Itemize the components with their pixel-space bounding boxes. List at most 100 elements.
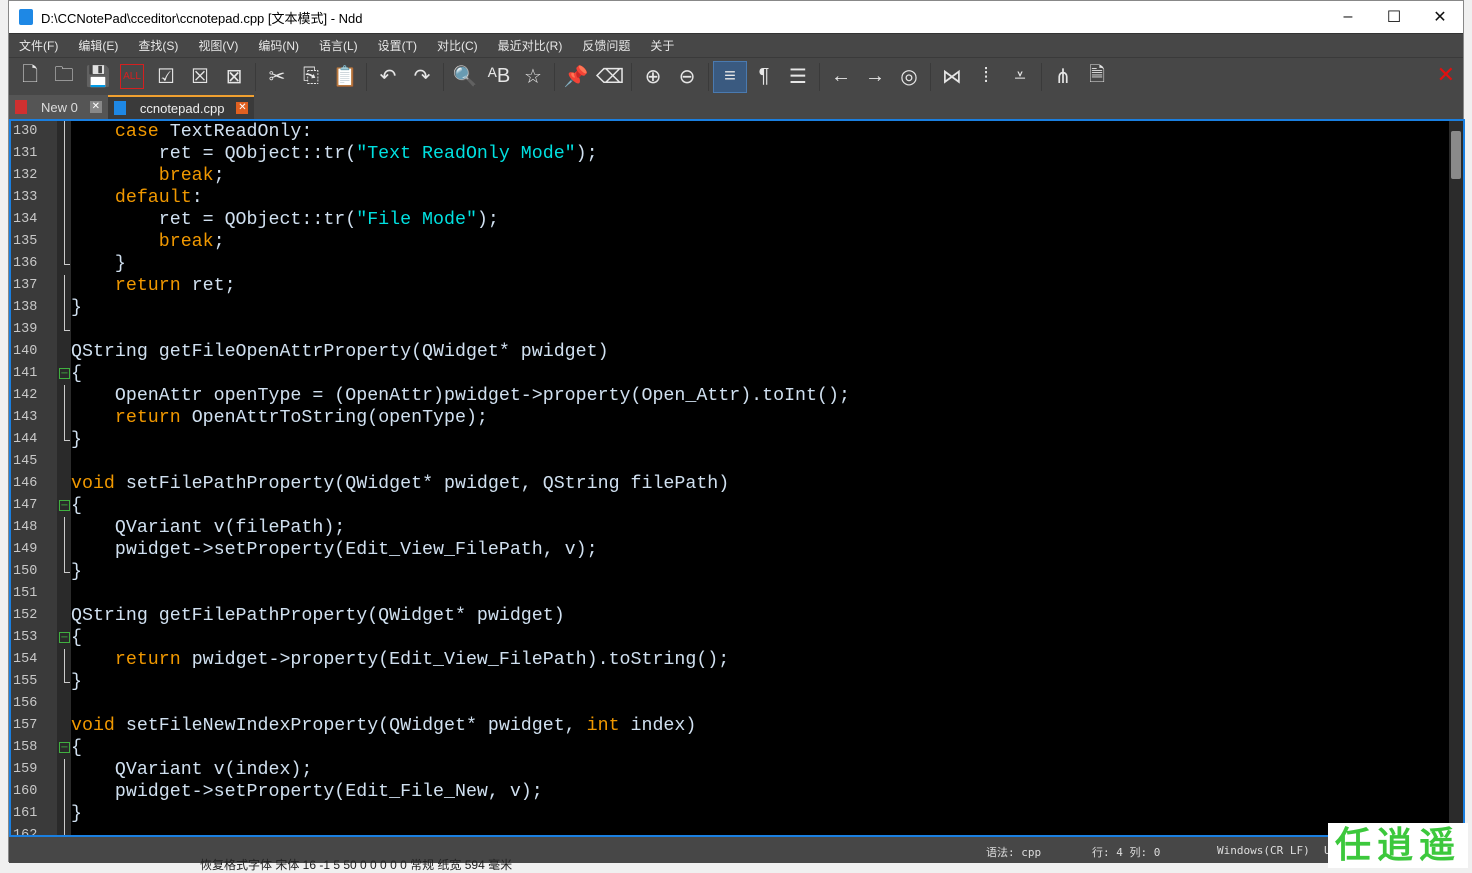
split-button[interactable]: ⁞ bbox=[969, 61, 1003, 93]
show-symbols-button[interactable]: ¶ bbox=[747, 61, 781, 93]
code-token: : bbox=[191, 188, 203, 208]
menu-item[interactable]: 语言(L) bbox=[309, 34, 368, 58]
locate-button[interactable]: ◎ bbox=[892, 61, 926, 93]
pin-button[interactable]: 📌 bbox=[559, 61, 593, 93]
cut-button[interactable]: ✂ bbox=[260, 61, 294, 93]
scrollbar-thumb[interactable] bbox=[1451, 131, 1461, 179]
redo-button[interactable]: ↷ bbox=[405, 61, 439, 93]
code-line: 152 QString getFilePathProperty(QWidget* … bbox=[11, 605, 1447, 627]
tab-new-0[interactable]: New 0 ✕ bbox=[9, 95, 108, 119]
filter-button[interactable]: ⩡ bbox=[1003, 61, 1037, 93]
status-eol: Windows(CR LF) bbox=[1217, 844, 1310, 857]
code-token: case bbox=[114, 122, 159, 142]
code-token: return bbox=[114, 408, 181, 428]
menu-item[interactable]: 查找(S) bbox=[128, 34, 188, 58]
autosave-icon: ☑ bbox=[157, 66, 175, 88]
code-line: 159 QVariant v(index); bbox=[11, 759, 1447, 781]
cut-icon: ✂ bbox=[268, 66, 286, 88]
minimize-button[interactable]: – bbox=[1325, 1, 1371, 33]
close-all-button[interactable]: ⊠ bbox=[217, 61, 251, 93]
zoom-in-icon: ⊕ bbox=[644, 66, 662, 88]
replace-button[interactable]: ᴬB bbox=[482, 61, 516, 93]
copy-button[interactable]: ⎘ bbox=[294, 61, 328, 93]
fold-toggle-icon[interactable]: − bbox=[59, 742, 70, 753]
bookmark-icon: ☆ bbox=[524, 66, 542, 88]
next-button[interactable]: → bbox=[858, 61, 892, 93]
word-wrap-button[interactable]: ≡ bbox=[713, 60, 747, 93]
code-token: ret = QObject::tr( bbox=[71, 144, 357, 164]
code-token: { bbox=[71, 364, 82, 384]
close-tab-icon[interactable]: ✕ bbox=[89, 101, 102, 113]
menu-item[interactable]: 反馈问题 bbox=[572, 34, 640, 58]
eraser-button[interactable]: ⌫ bbox=[593, 61, 627, 93]
new-file-button[interactable]: 🗋 bbox=[13, 61, 47, 93]
code-line: 145 bbox=[11, 451, 1447, 473]
autosave-button[interactable]: ☑ bbox=[149, 61, 183, 93]
hierarchy-button[interactable]: ⋔ bbox=[1046, 61, 1080, 93]
next-icon: → bbox=[865, 65, 885, 87]
vertical-scrollbar[interactable] bbox=[1449, 121, 1463, 835]
menu-item[interactable]: 关于 bbox=[640, 34, 684, 58]
fold-end bbox=[64, 429, 70, 441]
menu-item[interactable]: 设置(T) bbox=[368, 34, 427, 58]
indent-guide-button[interactable]: ☰ bbox=[781, 61, 815, 93]
code-token: "File Mode" bbox=[356, 210, 477, 230]
code-text: QString getFileOpenAttrProperty(QWidget*… bbox=[71, 341, 609, 363]
undo-button[interactable]: ↶ bbox=[371, 61, 405, 93]
fold-toggle-icon[interactable]: − bbox=[59, 500, 70, 511]
close-all-icon[interactable]: ✕ bbox=[1437, 62, 1455, 88]
toolbar-separator bbox=[708, 62, 709, 91]
close-tab-icon[interactable]: ✕ bbox=[236, 102, 249, 114]
line-number: 137 bbox=[13, 278, 38, 293]
menu-item[interactable]: 文件(F) bbox=[9, 34, 68, 58]
code-line: 151 bbox=[11, 583, 1447, 605]
fold-toggle-icon[interactable]: − bbox=[59, 632, 70, 643]
paste-icon: 📋 bbox=[332, 66, 358, 88]
open-file-button[interactable]: 🗀 bbox=[47, 61, 81, 93]
zoom-in-button[interactable]: ⊕ bbox=[636, 61, 670, 93]
compare-button[interactable]: ⋈ bbox=[935, 61, 969, 93]
line-number: 138 bbox=[13, 300, 38, 315]
code-token: pwidget->setProperty(Edit_View_FilePath,… bbox=[71, 540, 598, 560]
code-line: 136 } bbox=[11, 253, 1447, 275]
fold-toggle-icon[interactable]: − bbox=[59, 368, 70, 379]
tab-ccnotepad-cpp[interactable]: ccnotepad.cpp ✕ bbox=[107, 95, 255, 119]
prev-button[interactable]: ← bbox=[824, 61, 858, 93]
line-number: 161 bbox=[13, 806, 38, 821]
menu-item[interactable]: 对比(C) bbox=[427, 34, 488, 58]
zoom-out-button[interactable]: ⊖ bbox=[670, 61, 704, 93]
maximize-button[interactable]: ☐ bbox=[1371, 1, 1417, 33]
code-text: { bbox=[71, 363, 82, 385]
code-text: case TextReadOnly: bbox=[71, 121, 312, 143]
code-editor[interactable]: 130 case TextReadOnly: 131 ret = QObject:… bbox=[9, 119, 1465, 837]
show-symbols-icon: ¶ bbox=[758, 65, 770, 87]
line-number: 146 bbox=[13, 476, 38, 491]
code-line: 155} bbox=[11, 671, 1447, 693]
code-line: 153 −{ bbox=[11, 627, 1447, 649]
code-line: 161} bbox=[11, 803, 1447, 825]
file-text-button[interactable]: 🗎 bbox=[1080, 61, 1114, 93]
toolbar-separator bbox=[554, 62, 555, 91]
menu-item[interactable]: 编码(N) bbox=[248, 34, 309, 58]
bookmark-button[interactable]: ☆ bbox=[516, 61, 550, 93]
fold-line bbox=[64, 781, 65, 803]
find-button[interactable]: 🔍 bbox=[448, 61, 482, 93]
file-text-icon: 🗎 bbox=[1088, 63, 1106, 86]
code-line: 154 return pwidget->property(Edit_View_F… bbox=[11, 649, 1447, 671]
paste-button[interactable]: 📋 bbox=[328, 61, 362, 93]
close-button[interactable]: ✕ bbox=[1417, 1, 1463, 33]
menu-item[interactable]: 编辑(E) bbox=[68, 34, 128, 58]
save-all-button[interactable]: ALL bbox=[115, 61, 149, 93]
menu-item[interactable]: 视图(V) bbox=[188, 34, 248, 58]
menu-item[interactable]: 最近对比(R) bbox=[488, 34, 573, 58]
code-token: setFileNewIndexProperty(QWidget* pwidget… bbox=[114, 716, 587, 736]
toolbar-separator bbox=[1041, 62, 1042, 91]
eraser-icon: ⌫ bbox=[595, 66, 625, 88]
save-button[interactable]: 💾 bbox=[81, 61, 115, 93]
close-button[interactable]: ☒ bbox=[183, 61, 217, 93]
code-token: } bbox=[71, 672, 82, 692]
code-token: ); bbox=[476, 210, 499, 230]
compare-icon: ⋈ bbox=[942, 66, 962, 88]
watermark-logo: 任逍遥 bbox=[1328, 823, 1468, 868]
